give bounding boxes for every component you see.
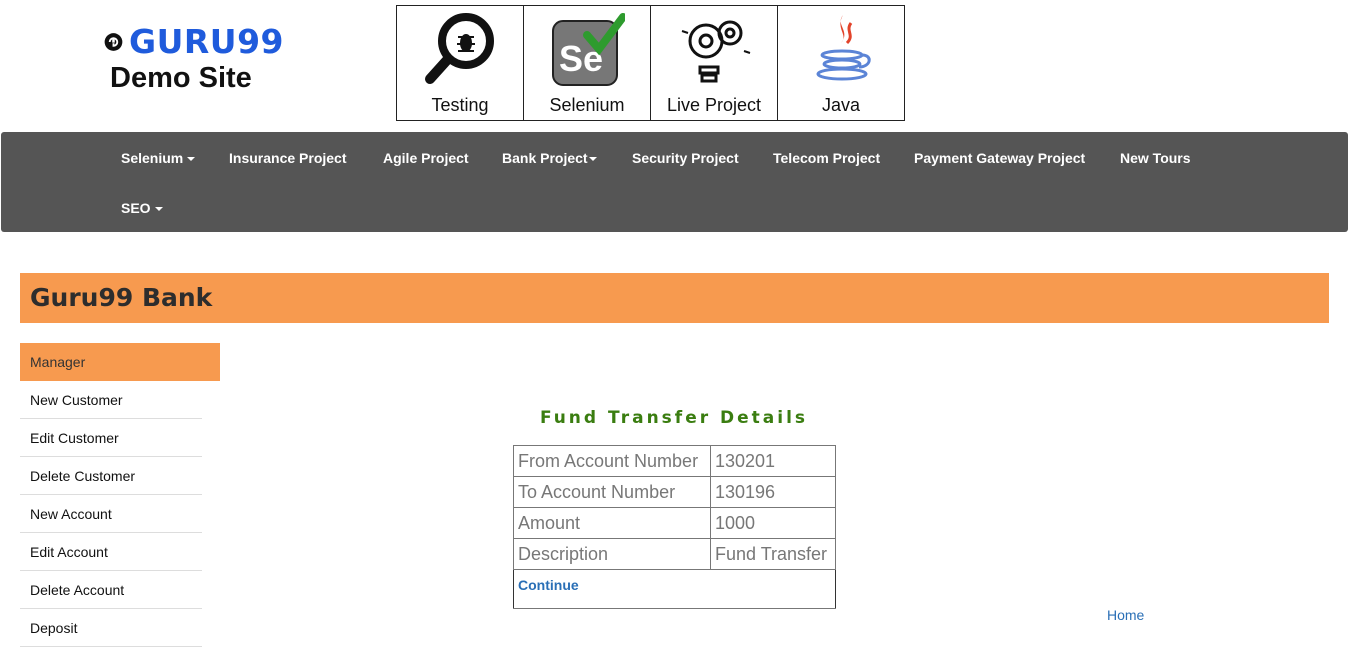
sidebar-item-manager[interactable]: Manager — [20, 343, 220, 381]
sidebar-item-label: Delete Customer — [30, 468, 136, 484]
nav-selenium[interactable]: Selenium — [121, 150, 196, 166]
table-row-continue: Continue — [513, 569, 836, 609]
row-value: 130196 — [710, 476, 836, 508]
course-tiles: Testing Se Selenium Live Project Java — [396, 5, 905, 121]
sidebar-item-deposit[interactable]: Deposit — [20, 609, 202, 647]
sidebar-item-label: Deposit — [30, 620, 78, 636]
nav-seo-label: SEO — [121, 200, 151, 216]
home-link[interactable]: Home — [1107, 607, 1144, 623]
sidebar-item-new-account[interactable]: New Account — [20, 495, 202, 533]
sidebar-item-delete-account[interactable]: Delete Account — [20, 571, 202, 609]
nav-payment-gateway-project[interactable]: Payment Gateway Project — [914, 150, 1085, 166]
row-label: From Account Number — [513, 445, 711, 477]
nav-bank-project-label: Bank Project — [502, 150, 588, 166]
nav-selenium-label: Selenium — [121, 150, 184, 166]
sidebar-item-label: New Account — [30, 506, 112, 522]
caret-down-icon — [588, 157, 597, 162]
sidebar-item-label: Edit Customer — [30, 430, 119, 446]
bank-header: Guru99 Bank — [20, 273, 1329, 323]
sidebar-item-edit-customer[interactable]: Edit Customer — [20, 419, 202, 457]
sidebar-item-label: Edit Account — [30, 544, 108, 560]
selenium-icon: Se — [552, 13, 625, 86]
sidebar-item-new-customer[interactable]: New Customer — [20, 381, 202, 419]
row-value: 1000 — [710, 507, 836, 539]
nav-security-project[interactable]: Security Project — [632, 150, 739, 166]
nav-new-tours[interactable]: New Tours — [1120, 150, 1191, 166]
tile-selenium[interactable]: Se Selenium — [523, 5, 651, 121]
row-label: Amount — [513, 507, 711, 539]
table-row: From Account Number 130201 — [513, 445, 836, 477]
main-navbar: Selenium Insurance Project Agile Project… — [1, 132, 1348, 232]
sidebar-item-delete-customer[interactable]: Delete Customer — [20, 457, 202, 495]
fund-transfer-table: From Account Number 130201 To Account Nu… — [513, 445, 836, 609]
nav-insurance-project[interactable]: Insurance Project — [229, 150, 347, 166]
table-row: To Account Number 130196 — [513, 476, 836, 508]
sidebar-item-label: New Customer — [30, 392, 123, 408]
guru99-logo[interactable]: GURU99 Demo Site — [104, 22, 284, 94]
row-label: To Account Number — [513, 476, 711, 508]
row-value: 130201 — [710, 445, 836, 477]
tile-testing-label: Testing — [431, 95, 489, 115]
tile-live-project-label: Live Project — [666, 95, 762, 115]
nav-telecom-project[interactable]: Telecom Project — [773, 150, 880, 166]
caret-down-icon — [187, 157, 196, 162]
fund-transfer-title: Fund Transfer Details — [539, 408, 809, 428]
nav-seo[interactable]: SEO — [121, 200, 163, 216]
site-subtitle: Demo Site — [110, 62, 252, 94]
tile-live-project[interactable]: Live Project — [650, 5, 778, 121]
row-value: Fund Transfer — [710, 538, 836, 570]
row-label: Description — [513, 538, 711, 570]
tile-testing[interactable]: Testing — [396, 5, 524, 121]
logo-text: GURU99 — [128, 22, 284, 61]
lightbulb-gears-icon — [681, 20, 751, 83]
tile-selenium-label: Selenium — [549, 95, 625, 115]
sidebar-menu: Manager New Customer Edit Customer Delet… — [20, 343, 220, 647]
nav-agile-project[interactable]: Agile Project — [383, 150, 469, 166]
guru99-logo-icon — [104, 32, 123, 51]
bank-title: Guru99 Bank — [30, 283, 213, 312]
table-row: Amount 1000 — [513, 507, 836, 539]
sidebar-item-label: Delete Account — [30, 582, 125, 598]
sidebar-item-edit-account[interactable]: Edit Account — [20, 533, 202, 571]
caret-down-icon — [154, 207, 163, 212]
magnifier-bug-icon — [425, 13, 494, 84]
java-cup-icon — [816, 15, 871, 81]
tile-java[interactable]: Java — [777, 5, 905, 121]
continue-link[interactable]: Continue — [518, 577, 579, 593]
continue-cell: Continue — [513, 569, 836, 609]
tile-java-label: Java — [821, 95, 861, 115]
nav-bank-project[interactable]: Bank Project — [502, 150, 597, 166]
sidebar-item-label: Manager — [30, 354, 86, 370]
table-row: Description Fund Transfer — [513, 538, 836, 570]
